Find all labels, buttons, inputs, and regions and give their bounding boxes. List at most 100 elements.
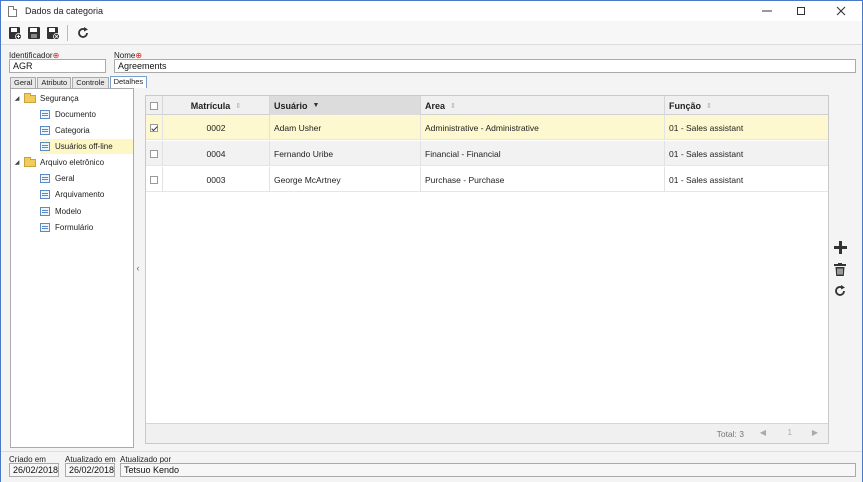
row-checkbox[interactable] — [150, 149, 158, 158]
window-title: Dados da categoria — [25, 6, 104, 16]
row-checkbox-cell — [146, 141, 163, 166]
maximize-button[interactable] — [784, 1, 818, 21]
tree-item-label: Usuários off-line — [55, 142, 113, 151]
save-new-icon — [9, 27, 22, 40]
table-row[interactable]: 0002 Adam Usher Administrative - Adminis… — [146, 115, 828, 140]
column-header-matricula[interactable]: Matrícula ⇕ — [163, 96, 270, 115]
users-grid: Matrícula ⇕ Usuário ▼ Area ⇕ Função ⇕ 0002 A… — [145, 95, 829, 444]
page-number[interactable]: 1 — [788, 428, 792, 437]
page-icon — [40, 126, 50, 135]
tab-atributo[interactable]: Atributo — [37, 77, 72, 88]
cell-matricula: 0004 — [163, 141, 270, 166]
column-header-funcao[interactable]: Função ⇕ — [665, 96, 828, 115]
document-icon — [8, 5, 17, 17]
tree-item-arquivo-eletronico[interactable]: ◢ Arquivo eletrônico — [13, 155, 133, 170]
tree-item-label: Arquivo eletrônico — [40, 158, 105, 167]
page-icon — [40, 142, 50, 151]
tree-item-formulario[interactable]: Formulário — [40, 220, 133, 235]
column-header-label: Função — [669, 100, 702, 111]
save-icon — [28, 27, 40, 39]
row-checkbox-cell — [146, 167, 163, 192]
table-row[interactable]: 0003 George McArtney Purchase - Purchase… — [146, 167, 828, 192]
minimize-icon — [762, 10, 772, 12]
refresh-icon — [78, 27, 88, 38]
atualizado-por-field: Tetsuo Kendo — [120, 463, 856, 477]
next-page-icon[interactable]: ▶ — [812, 428, 818, 437]
tree-item-arquivamento[interactable]: Arquivamento — [40, 187, 133, 202]
cell-area: Administrative - Administrative — [421, 115, 665, 140]
tab-detalhes[interactable]: Detalhes — [109, 76, 148, 88]
save-close-button[interactable] — [45, 25, 61, 41]
cell-matricula: 0003 — [163, 167, 270, 192]
refresh-button[interactable] — [75, 25, 91, 41]
tab-geral[interactable]: Geral — [10, 77, 37, 88]
refresh-grid-button[interactable] — [832, 283, 848, 299]
total-count: Total: 3 — [716, 429, 744, 439]
column-header-usuario[interactable]: Usuário ▼ — [270, 96, 421, 115]
column-header-area[interactable]: Area ⇕ — [421, 96, 665, 115]
grid-pager: Total: 3 ◀ 1 ▶ — [146, 423, 828, 443]
collapse-left-icon[interactable]: ‹ — [137, 263, 140, 273]
tree-item-label: Segurança — [40, 94, 79, 103]
delete-button[interactable] — [832, 261, 848, 277]
row-checkbox[interactable] — [150, 123, 158, 132]
page-icon — [40, 207, 50, 216]
tree-item-label: Categoria — [55, 126, 90, 135]
toolbar-separator — [67, 25, 68, 41]
cell-funcao: 01 - Sales assistant — [669, 174, 744, 185]
folder-icon — [24, 92, 36, 103]
tree-item-label: Geral — [55, 174, 75, 183]
page-icon — [40, 190, 50, 199]
cell-area: Financial - Financial — [421, 141, 665, 166]
sort-icon: ⇕ — [706, 102, 712, 110]
table-row[interactable]: 0004 Fernando Uribe Financial - Financia… — [146, 141, 828, 166]
title-bar: Dados da categoria — [1, 1, 862, 21]
column-header-label: Area — [425, 100, 446, 111]
page-icon — [40, 174, 50, 183]
tree-item-categoria[interactable]: Categoria — [40, 123, 133, 138]
maximize-icon — [797, 7, 805, 15]
column-header-label: Matrícula — [190, 100, 231, 111]
minimize-button[interactable] — [750, 1, 784, 21]
audit-bar: Criado em 26/02/2018 Atualizado em 26/02… — [1, 451, 862, 482]
column-header-label: Usuário — [274, 100, 308, 111]
refresh-icon — [835, 285, 845, 296]
cell-usuario: George McArtney — [270, 167, 421, 192]
collapse-triangle-icon[interactable]: ◢ — [13, 159, 21, 166]
sort-icon: ⇕ — [450, 102, 456, 110]
select-all-checkbox-cell — [146, 96, 163, 115]
grid-header: Matrícula ⇕ Usuário ▼ Area ⇕ Função ⇕ — [146, 96, 828, 115]
atualizado-em-field: 26/02/2018 — [65, 463, 115, 477]
add-button[interactable] — [832, 239, 848, 255]
select-all-checkbox[interactable] — [150, 101, 158, 110]
cell-usuario: Adam Usher — [270, 115, 421, 140]
nome-field[interactable]: Agreements — [114, 59, 856, 73]
save-new-button[interactable] — [7, 25, 23, 41]
previous-page-icon[interactable]: ◀ — [760, 428, 766, 437]
folder-icon — [24, 156, 36, 167]
cell-funcao: 01 - Sales assistant — [669, 122, 744, 133]
dialog-window: Dados da categoria Identificador⊕ AGR No… — [0, 0, 863, 482]
cell-usuario: Fernando Uribe — [270, 141, 421, 166]
plus-icon — [833, 240, 847, 254]
save-button[interactable] — [26, 25, 42, 41]
cell-area: Purchase - Purchase — [421, 167, 665, 192]
page-icon — [40, 110, 50, 119]
tree-item-modelo[interactable]: Modelo — [40, 204, 133, 219]
identificador-field[interactable]: AGR — [9, 59, 106, 73]
tree-item-label: Documento — [55, 110, 96, 119]
row-checkbox[interactable] — [150, 175, 158, 184]
close-button[interactable] — [824, 1, 858, 21]
cell-funcao: 01 - Sales assistant — [669, 148, 744, 159]
tree-item-geral[interactable]: Geral — [40, 171, 133, 186]
close-icon — [836, 6, 846, 16]
tree-item-label: Modelo — [55, 207, 82, 216]
tree-item-seguranca[interactable]: ◢ Segurança — [13, 91, 133, 106]
tab-controle[interactable]: Controle — [72, 77, 109, 88]
tree-item-documento[interactable]: Documento — [40, 107, 133, 122]
panel-splitter[interactable]: ‹ — [134, 88, 142, 448]
collapse-triangle-icon[interactable]: ◢ — [13, 95, 21, 102]
tree-item-label: Arquivamento — [55, 190, 105, 199]
tree-item-usuarios-off-line[interactable]: Usuários off-line — [40, 139, 133, 154]
cell-matricula: 0002 — [163, 115, 270, 140]
